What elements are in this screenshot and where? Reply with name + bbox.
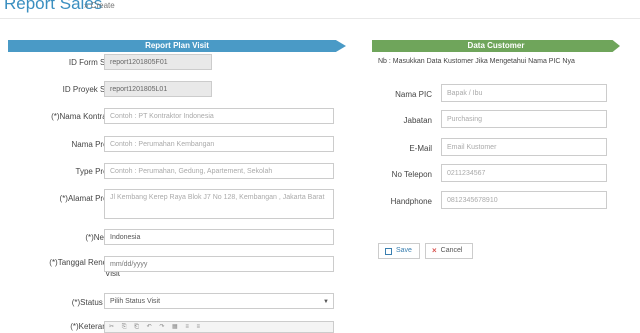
cancel-button[interactable]: × Cancel [425,243,473,259]
page-header: Report Sales » Create [0,0,640,18]
kontraktor-input[interactable]: Contoh : PT Kontraktor Indonesia [104,108,334,124]
tanggal-date-input[interactable]: mm/dd/yyyy [104,256,334,272]
negara-input[interactable]: Indonesia [104,229,334,245]
telepon-input[interactable]: 0211234567 [441,164,607,182]
save-button-label: Save [396,247,412,254]
nama-pic-input[interactable]: Bapak / Ibu [441,84,607,102]
status-select-value: Pilih Status Visit [110,298,161,305]
rich-text-toolbar[interactable]: ✂ ⎘ ⎗ ↶ ↷ ▦ ≡ ≡ [104,321,334,333]
save-button[interactable]: Save [378,243,420,259]
cancel-button-label: Cancel [440,247,463,254]
alamat-textarea[interactable]: Jl Kembang Kerep Raya Blok J7 No 128, Ke… [104,189,334,219]
email-label: E-Mail [409,144,432,153]
header-divider [0,18,640,19]
save-icon [385,247,392,255]
breadcrumb: » Create [84,1,115,10]
chevron-down-icon: ▼ [323,299,329,305]
status-select[interactable]: Pilih Status Visit ▼ [104,293,334,309]
nama-pic-label: Nama PIC [395,90,432,99]
telepon-label: No Telepon [391,170,432,179]
id-form-field: report1201805F01 [104,54,212,70]
handphone-input[interactable]: 0812345678910 [441,191,607,209]
handphone-label: Handphone [390,197,432,206]
close-icon: × [432,246,437,255]
data-customer-banner: Data Customer [372,40,620,52]
jabatan-input[interactable]: Purchasing [441,110,607,128]
nama-proyek-input[interactable]: Contoh : Perumahan Kembangan [104,136,334,152]
id-proyek-field: report1201805L01 [104,81,212,97]
customer-note: Nb : Masukkan Data Kustomer Jika Mengeta… [378,58,575,65]
email-input[interactable]: Email Kustomer [441,138,607,156]
jabatan-label: Jabatan [403,116,432,125]
type-proyek-input[interactable]: Contoh : Perumahan, Gedung, Apartement, … [104,163,334,179]
report-plan-visit-banner: Report Plan Visit [8,40,346,52]
